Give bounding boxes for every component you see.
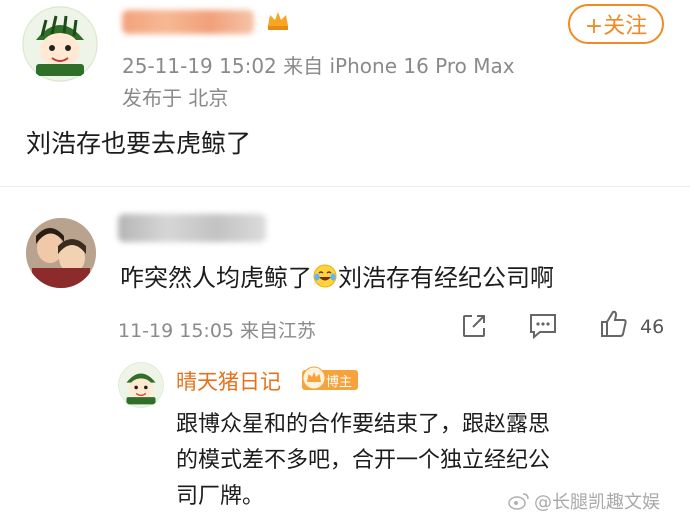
divider (0, 186, 690, 187)
like-thumb-icon[interactable] (598, 308, 630, 340)
comment-author-avatar[interactable] (26, 218, 96, 288)
reply-text-line: 跟博众星和的合作要结束了，跟赵露思 (176, 412, 551, 437)
host-crown-icon (302, 366, 326, 390)
post-author-name-blurred[interactable] (122, 10, 254, 34)
comment-author-name-blurred[interactable] (118, 214, 266, 242)
reply-text-line: 司厂牌。 (176, 484, 265, 509)
comment-text-part1: 咋突然人均虎鲸了 (120, 264, 312, 292)
comment-text-part2: 刘浩存有经纪公司啊 (338, 264, 554, 292)
post-meta-location: 发布于 北京 (122, 86, 229, 110)
comment-reply-icon[interactable] (528, 312, 558, 340)
post-meta-time-device: 25-11-19 15:02 来自 iPhone 16 Pro Max (122, 54, 515, 78)
comment-text: 咋突然人均虎鲸了 刘浩存有经纪公司啊 (120, 258, 554, 293)
post-text: 刘浩存也要去虎鲸了 (26, 129, 252, 158)
post-author-avatar[interactable] (22, 6, 98, 82)
comment-meta: 11-19 15:05 来自江苏 (118, 320, 317, 342)
reply-author-avatar[interactable] (118, 362, 164, 408)
reply-author-name[interactable]: 晴天猪日记 (176, 366, 281, 396)
laughing-crying-emoji-icon (313, 264, 337, 288)
watermark: @长腿凯趣文娱 (508, 488, 660, 514)
follow-button[interactable]: +关注 (568, 4, 664, 44)
reply-text-line: 的模式差不多吧，合开一个独立经纪公 (176, 448, 551, 473)
crown-badge-icon (266, 8, 290, 32)
weibo-logo-icon (508, 492, 530, 510)
watermark-text: @长腿凯趣文娱 (534, 492, 660, 513)
like-count: 46 (640, 316, 665, 338)
share-icon[interactable] (460, 312, 488, 340)
